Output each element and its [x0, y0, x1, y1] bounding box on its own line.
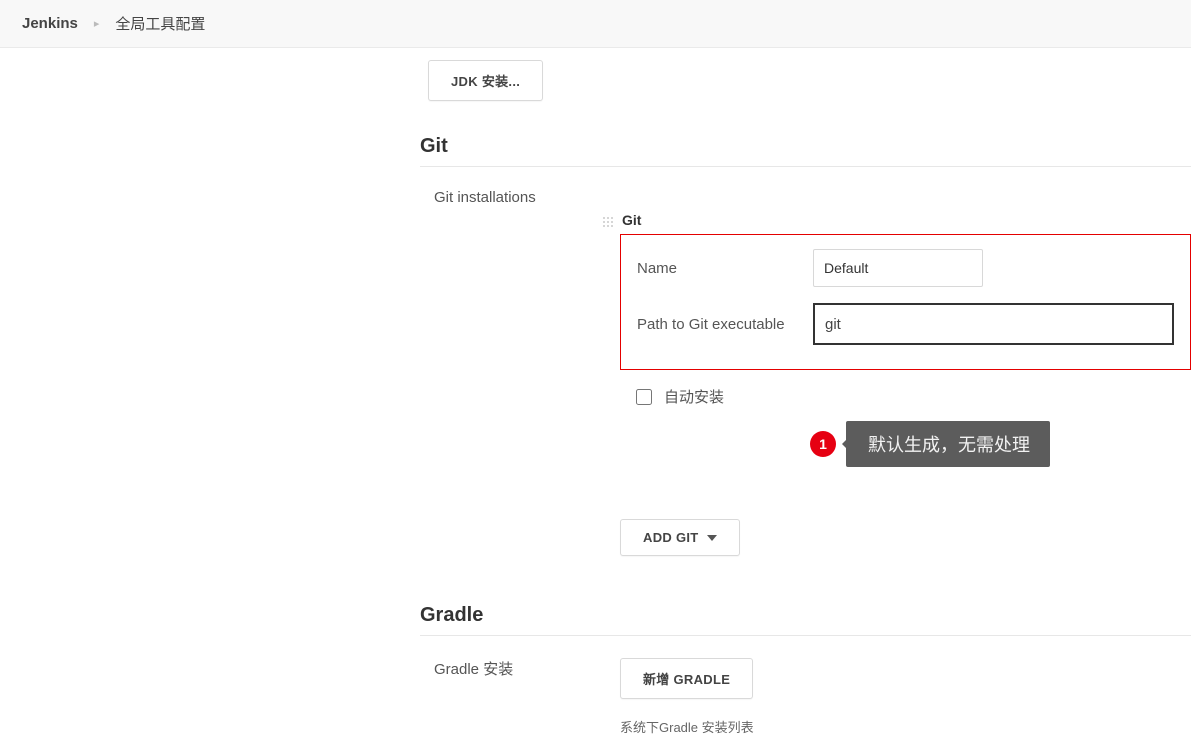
gradle-help-text: 系统下Gradle 安装列表 [620, 717, 754, 736]
git-name-label: Name [637, 260, 813, 277]
drag-handle-icon[interactable] [602, 216, 614, 228]
main-content: JDK 安装... Git Git installations Git Name… [420, 48, 1191, 736]
add-gradle-button[interactable]: 新增 GRADLE [620, 658, 753, 699]
gradle-installations-label: Gradle 安装 [434, 658, 620, 679]
annotation-callout: 1 默认生成，无需处理 [810, 421, 1191, 467]
jdk-install-button-label: JDK 安装... [451, 71, 520, 90]
git-path-label: Path to Git executable [637, 316, 813, 333]
git-section-title: Git [420, 135, 1191, 158]
breadcrumb-current: 全局工具配置 [105, 13, 215, 34]
git-highlight-box: Name Path to Git executable [620, 234, 1191, 370]
git-auto-install-checkbox[interactable] [636, 389, 652, 405]
caret-down-icon [707, 535, 717, 541]
sidebar-spacer [0, 48, 420, 736]
git-name-input[interactable] [813, 249, 983, 287]
jdk-install-button[interactable]: JDK 安装... [428, 60, 543, 101]
add-git-button-label: ADD GIT [643, 530, 699, 545]
git-block-title: Git [620, 212, 1191, 228]
chevron-right-icon: ▸ [88, 17, 106, 30]
annotation-number-badge: 1 [810, 431, 836, 457]
add-git-button[interactable]: ADD GIT [620, 519, 740, 556]
git-auto-install-label: 自动安装 [664, 386, 724, 407]
git-installations-label: Git installations [434, 189, 1191, 206]
breadcrumb-bar: Jenkins ▸ 全局工具配置 [0, 0, 1191, 48]
git-path-input[interactable] [813, 303, 1174, 345]
gradle-section-title: Gradle [420, 604, 1191, 627]
annotation-text: 默认生成，无需处理 [868, 435, 1030, 455]
add-gradle-button-label: 新增 GRADLE [643, 669, 730, 688]
section-divider [420, 166, 1191, 167]
breadcrumb-home[interactable]: Jenkins [12, 15, 88, 32]
annotation-bubble: 默认生成，无需处理 [846, 421, 1050, 467]
section-divider [420, 635, 1191, 636]
